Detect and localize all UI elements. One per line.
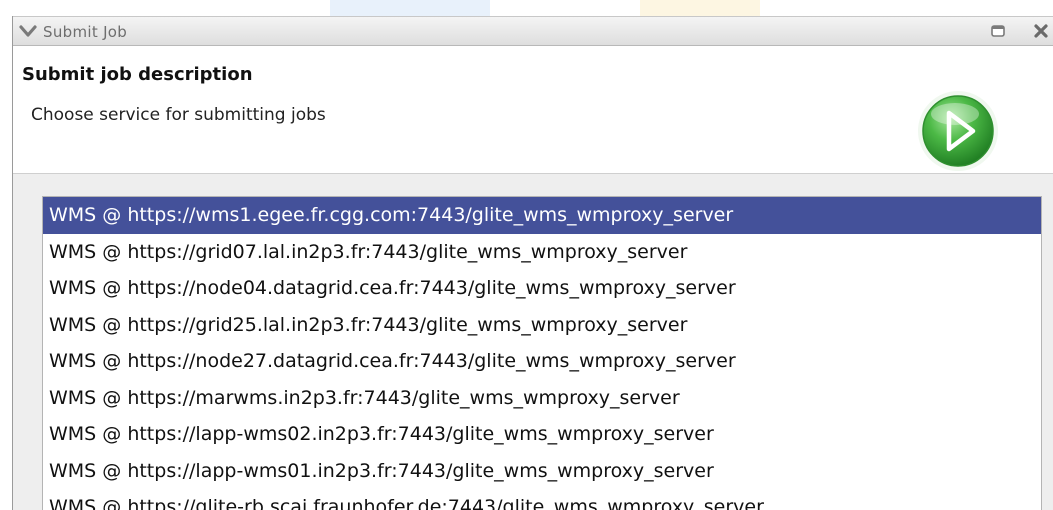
maximize-icon[interactable] [990,23,1006,39]
page-subtitle: Choose service for submitting jobs [31,105,326,125]
list-item[interactable]: WMS @ https://wms1.egee.fr.cgg.com:7443/… [43,197,1041,234]
list-item[interactable]: WMS @ https://grid07.lal.in2p3.fr:7443/g… [43,234,1041,271]
service-list[interactable]: WMS @ https://wms1.egee.fr.cgg.com:7443/… [42,196,1042,510]
chevron-down-icon[interactable] [19,22,37,40]
list-item[interactable]: WMS @ https://lapp-wms02.in2p3.fr:7443/g… [43,416,1041,453]
submit-job-dialog: Submit Job Submit job description Choose… [12,16,1053,510]
title-bar: Submit Job [13,16,1053,46]
window-title: Submit Job [43,23,128,41]
page-title: Submit job description [22,64,253,85]
dialog-body: WMS @ https://wms1.egee.fr.cgg.com:7443/… [13,174,1053,510]
list-item[interactable]: WMS @ https://lapp-wms01.in2p3.fr:7443/g… [43,453,1041,490]
list-item[interactable]: WMS @ https://glite-rb.scai.fraunhofer.d… [43,489,1041,510]
list-item[interactable]: WMS @ https://node04.datagrid.cea.fr:744… [43,270,1041,307]
close-icon[interactable] [1033,23,1049,39]
play-icon [918,91,998,171]
list-item[interactable]: WMS @ https://marwms.in2p3.fr:7443/glite… [43,380,1041,417]
list-item[interactable]: WMS @ https://node27.datagrid.cea.fr:744… [43,343,1041,380]
dialog-header: Submit job description Choose service fo… [13,46,1053,174]
list-item[interactable]: WMS @ https://grid25.lal.in2p3.fr:7443/g… [43,307,1041,344]
